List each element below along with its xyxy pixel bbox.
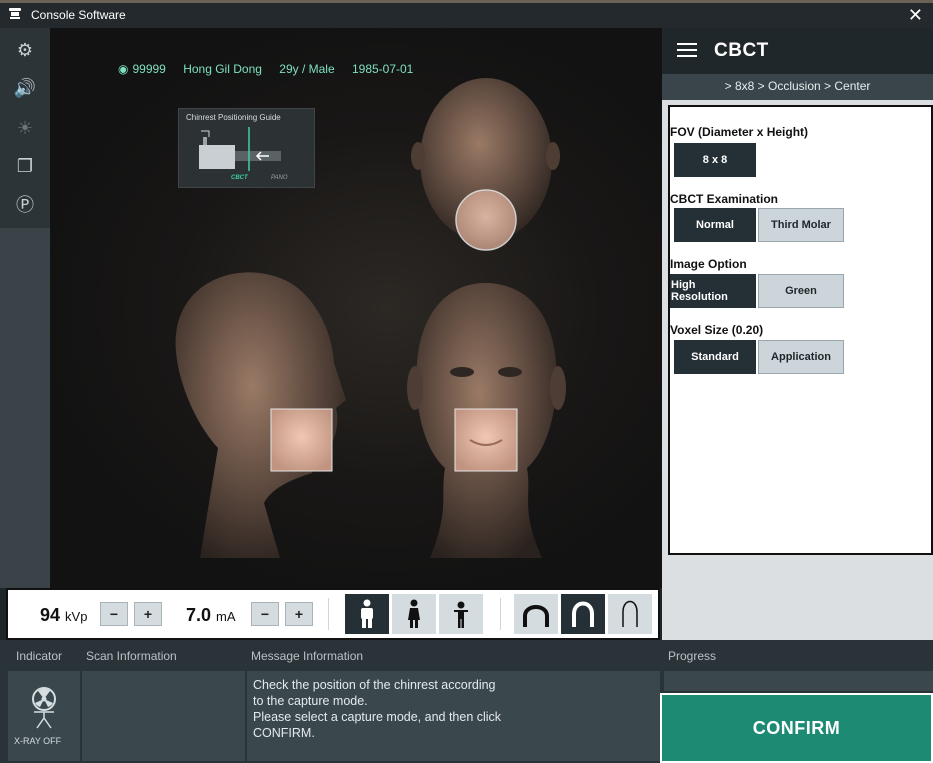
message-line: Please select a capture mode, and then c… bbox=[253, 710, 502, 724]
capture-options: FOV (Diameter x Height) 8 x 8 CBCT Exami… bbox=[668, 105, 933, 555]
image-green-button[interactable]: Green bbox=[758, 274, 844, 308]
image-option-label: Image Option bbox=[670, 257, 747, 271]
ma-unit: mA bbox=[216, 609, 236, 624]
speaker-icon[interactable]: 🔊 bbox=[13, 76, 37, 100]
arch-narrow-button[interactable] bbox=[608, 594, 652, 634]
confirm-button[interactable]: CONFIRM bbox=[660, 693, 933, 763]
kvp-readout: 94 kVp bbox=[40, 605, 87, 626]
exam-label: CBCT Examination bbox=[670, 192, 779, 206]
fov-8x8-button[interactable]: 8 x 8 bbox=[674, 143, 756, 177]
app-icon bbox=[9, 8, 21, 19]
title-bar: Console Software ✕ bbox=[0, 0, 933, 28]
gear-icon[interactable]: ⚙ bbox=[13, 38, 37, 62]
child-icon bbox=[454, 601, 468, 628]
message-line: CONFIRM. bbox=[253, 726, 315, 740]
window-title: Console Software bbox=[31, 8, 126, 22]
voxel-application-button[interactable]: Application bbox=[758, 340, 844, 374]
kvp-unit: kVp bbox=[65, 609, 88, 624]
mode-title: CBCT bbox=[714, 40, 769, 61]
scan-info-box bbox=[82, 671, 245, 761]
ma-value: 7.0 bbox=[186, 605, 212, 625]
patient-icon: ◉ bbox=[118, 62, 129, 76]
patient-dob: 1985-07-01 bbox=[351, 62, 414, 76]
image-high-resolution-button[interactable]: High Resolution bbox=[670, 274, 756, 308]
chinrest-guide-title: Chinrest Positioning Guide bbox=[186, 113, 281, 122]
voxel-standard-button[interactable]: Standard bbox=[674, 340, 756, 374]
adult-male-icon bbox=[361, 599, 373, 628]
progress-header: Progress bbox=[668, 649, 717, 663]
close-icon[interactable]: ✕ bbox=[908, 5, 923, 26]
message-info-header: Message Information bbox=[251, 649, 364, 663]
child-button[interactable] bbox=[439, 594, 483, 634]
front-view-head bbox=[407, 283, 566, 558]
xray-status: X-RAY OFF bbox=[14, 736, 62, 746]
arch-normal-icon bbox=[572, 601, 594, 627]
top-view-head bbox=[411, 78, 560, 251]
message-line: Check the position of the chinrest accor… bbox=[253, 678, 496, 692]
xray-icon bbox=[32, 687, 56, 729]
kvp-decrease-button[interactable]: − bbox=[100, 602, 128, 626]
laser-icon[interactable]: ☀ bbox=[13, 116, 37, 140]
patient-info: ◉ 99999 Hong Gil Dong 29y / Male 1985-07-… bbox=[118, 62, 427, 76]
head-models bbox=[175, 78, 566, 558]
ma-decrease-button[interactable]: − bbox=[251, 602, 279, 626]
patient-age-sex: 29y / Male bbox=[279, 62, 335, 76]
positioning-viewer: ◉ 99999 Hong Gil Dong 29y / Male 1985-07-… bbox=[50, 28, 662, 588]
exposure-bar: 94 kVp − + 7.0 mA − + bbox=[6, 588, 660, 640]
indicator-header: Indicator bbox=[16, 649, 63, 663]
patient-name: Hong Gil Dong bbox=[183, 62, 262, 76]
voxel-size-label: Voxel Size (0.20) bbox=[670, 323, 764, 337]
arch-narrow-icon bbox=[622, 600, 638, 627]
chinrest-guide: Chinrest Positioning Guide CBCT PANO bbox=[178, 108, 315, 188]
adult-male-button[interactable] bbox=[345, 594, 389, 634]
divider bbox=[328, 598, 329, 630]
right-panel-header: CBCT bbox=[662, 28, 933, 74]
arch-wide-icon bbox=[523, 605, 549, 627]
indicator-box bbox=[8, 671, 80, 761]
divider bbox=[500, 598, 501, 630]
fov-label: FOV (Diameter x Height) bbox=[670, 125, 809, 139]
menu-icon[interactable] bbox=[677, 42, 697, 58]
adult-female-button[interactable] bbox=[392, 594, 436, 634]
kvp-increase-button[interactable]: + bbox=[134, 602, 162, 626]
focus-circle bbox=[455, 189, 517, 251]
scan-info-header: Scan Information bbox=[86, 649, 177, 663]
pano-marker-label: PANO bbox=[271, 175, 288, 181]
ma-readout: 7.0 mA bbox=[186, 605, 236, 626]
kvp-value: 94 bbox=[40, 605, 61, 625]
target-p-icon[interactable]: Ⓟ bbox=[13, 192, 37, 216]
patient-id: 99999 bbox=[132, 62, 166, 76]
ma-increase-button[interactable]: + bbox=[285, 602, 313, 626]
left-toolbar: ⚙ 🔊 ☀ ❐ Ⓟ bbox=[0, 28, 50, 588]
adult-female-icon bbox=[408, 599, 420, 628]
exam-third-molar-button[interactable]: Third Molar bbox=[758, 208, 844, 242]
cbct-marker-label: CBCT bbox=[231, 175, 248, 181]
layers-icon[interactable]: ❐ bbox=[13, 154, 37, 178]
exam-normal-button[interactable]: Normal bbox=[674, 208, 756, 242]
arch-normal-button[interactable] bbox=[561, 594, 605, 634]
side-view-head bbox=[175, 272, 346, 558]
arch-wide-button[interactable] bbox=[514, 594, 558, 634]
chinrest-diagram bbox=[199, 127, 281, 171]
progress-box bbox=[664, 671, 933, 691]
message-line: to the capture mode. bbox=[253, 694, 368, 708]
breadcrumb: > 8x8 > Occlusion > Center bbox=[662, 74, 933, 100]
message-text: Check the position of the chinrest accor… bbox=[253, 677, 553, 741]
